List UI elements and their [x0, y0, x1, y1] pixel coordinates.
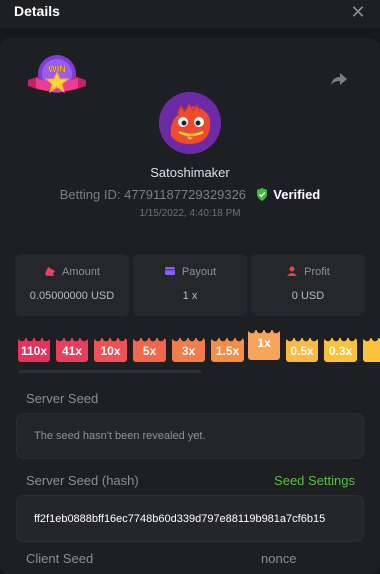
multiplier-tile: 10x — [94, 338, 127, 362]
multiplier-tile: 1.5x — [211, 338, 244, 362]
multiplier-tile: 41x — [56, 338, 88, 362]
close-icon[interactable]: ✕ — [348, 2, 368, 22]
profit-title: Profit — [304, 266, 330, 278]
multiplier-tile-partial — [363, 338, 380, 362]
multiplier-scrollbar[interactable] — [18, 370, 202, 373]
betting-id-label: Betting ID: — [59, 187, 121, 202]
avatar — [159, 92, 221, 154]
profit-card: Profit 0 USD — [251, 254, 365, 316]
svg-text:WIN: WIN — [48, 64, 66, 74]
client-seed-label: Client Seed — [26, 551, 94, 566]
server-seed-label: Server Seed — [26, 391, 99, 406]
verified-label: Verified — [273, 187, 321, 202]
payout-icon — [164, 267, 175, 275]
bet-date: 1/15/2022, 4:40:18 PM — [139, 208, 241, 219]
header: Details ✕ — [0, 0, 380, 28]
multiplier-tile: 3x — [172, 338, 205, 362]
server-seed-hash-value: ff2f1eb0888bff16ec7748b60d339d797e88119b… — [34, 513, 326, 525]
multiplier-tile: 5x — [133, 338, 166, 362]
multiplier-tile-active: 1x — [248, 330, 280, 360]
server-seed-hash-field[interactable]: ff2f1eb0888bff16ec7748b60d339d797e88119b… — [16, 495, 364, 542]
multiplier-row: 110x 41x 10x 5x 3x 1.5x 1x 0.5x 0.3x — [18, 330, 380, 368]
payout-title: Payout — [181, 266, 217, 278]
amount-card: Amount 0.05000000 USD — [15, 254, 129, 316]
server-seed-field: The seed hasn't been revealed yet. — [16, 413, 364, 459]
seed-settings-link[interactable]: Seed Settings — [274, 473, 355, 488]
server-seed-value: The seed hasn't been revealed yet. — [34, 430, 206, 442]
page-title: Details — [14, 3, 60, 19]
amount-title: Amount — [62, 266, 100, 278]
multiplier-tile: 0.5x — [286, 338, 318, 362]
amount-icon — [45, 267, 56, 276]
profit-value: 0 USD — [291, 290, 325, 302]
win-badge-icon: WIN — [28, 55, 86, 94]
share-icon[interactable] — [330, 70, 348, 88]
multiplier-tile: 0.3x — [324, 338, 357, 362]
multiplier-tile: 110x — [18, 338, 50, 362]
nonce-label: nonce — [261, 551, 297, 566]
amount-value: 0.05000000 USD — [29, 290, 115, 302]
payout-card: Payout 1 x — [133, 254, 247, 316]
payout-value: 1 x — [182, 290, 198, 302]
betting-id-row: Betting ID: 47791187729329326 Verified — [0, 187, 380, 202]
verified-shield-icon — [256, 188, 267, 201]
server-seed-hash-label: Server Seed (hash) — [26, 473, 139, 488]
username: Satoshimaker — [150, 165, 230, 180]
profit-icon — [287, 266, 298, 276]
betting-id-value: 47791187729329326 — [124, 187, 247, 202]
